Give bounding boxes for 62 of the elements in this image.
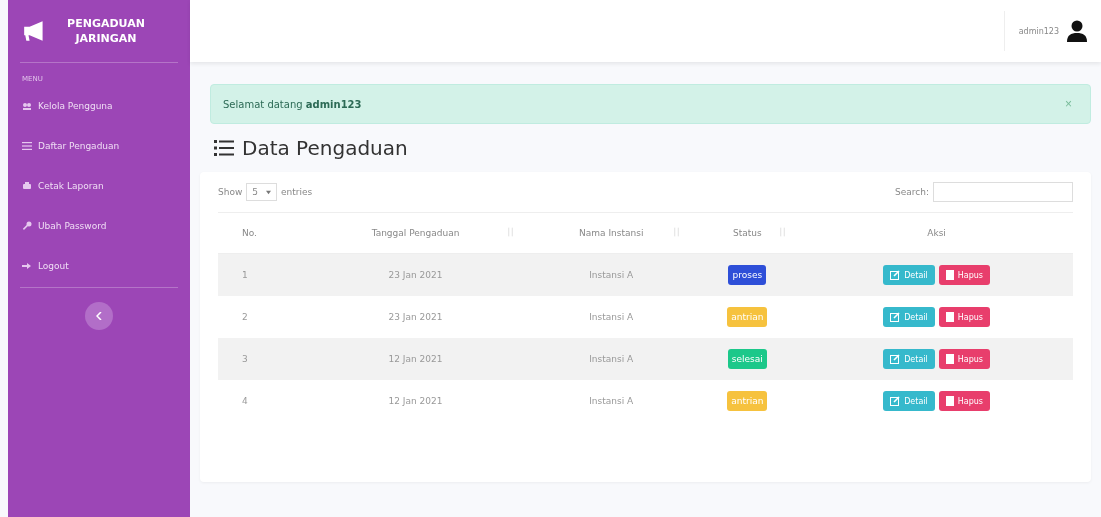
delete-button[interactable]: Hapus — [938, 349, 990, 369]
column-header[interactable]: No. — [218, 213, 303, 254]
column-header[interactable]: Status — [694, 213, 801, 254]
status-badge: selesai — [727, 349, 767, 369]
table-cell: Instansi A — [528, 338, 695, 380]
column-header[interactable]: Nama Instansi — [528, 213, 695, 254]
user-name[interactable]: admin123 — [1018, 26, 1059, 36]
table-cell: Instansi A — [528, 380, 695, 422]
trash-icon — [945, 396, 954, 406]
sidebar-item[interactable]: Kelola Pengguna — [8, 87, 190, 127]
sidebar-toggle-button[interactable] — [85, 302, 113, 330]
delete-button[interactable]: Hapus — [938, 307, 990, 327]
edit-icon — [890, 354, 901, 364]
search-field[interactable] — [933, 182, 1073, 202]
sidebar-item[interactable]: Cetak Laporan — [8, 167, 190, 207]
detail-button[interactable]: Detail — [883, 391, 935, 411]
welcome-message: Selamat datang admin123 — [223, 98, 362, 110]
delete-button[interactable]: Hapus — [938, 391, 990, 411]
table-cell: 23 Jan 2021 — [303, 253, 528, 296]
chevron-left-icon — [96, 312, 102, 320]
trash-icon — [945, 312, 954, 322]
close-button[interactable]: × — [1059, 96, 1078, 112]
delete-button[interactable]: Hapus — [938, 265, 990, 285]
table-cell: 12 Jan 2021 — [303, 380, 528, 422]
user-icon[interactable] — [1067, 20, 1087, 42]
trash-icon — [945, 270, 954, 280]
page-title: Data Pengaduan — [242, 136, 408, 160]
table-cell: 1 — [218, 253, 303, 296]
sidebar-item[interactable]: Ubah Password — [8, 207, 190, 247]
status-badge: antrian — [727, 307, 768, 327]
detail-button[interactable]: Detail — [883, 265, 935, 285]
table-cell: 3 — [218, 338, 303, 380]
sidebar-item[interactable]: Daftar Pengaduan — [8, 127, 190, 167]
detail-button[interactable]: Detail — [883, 349, 935, 369]
search-label: Search: — [895, 187, 929, 197]
printer-icon — [22, 181, 32, 191]
table-cell: Instansi A — [528, 296, 695, 338]
entries-select[interactable]: 5 — [246, 183, 278, 201]
status-badge: antrian — [727, 391, 768, 411]
table-cell: 2 — [218, 296, 303, 338]
table-cell: Instansi A — [528, 253, 695, 296]
show-label: Show — [218, 187, 243, 197]
column-header[interactable]: Tanggal Pengaduan — [303, 213, 528, 254]
users-icon — [22, 101, 32, 111]
trash-icon — [945, 354, 954, 364]
edit-icon — [890, 312, 901, 322]
list-icon — [214, 139, 234, 157]
logout-icon — [22, 261, 32, 271]
entries-label: entries — [281, 187, 313, 197]
sidebar-item[interactable]: Logout — [8, 247, 190, 287]
table-cell: 23 Jan 2021 — [303, 296, 528, 338]
table-cell: 12 Jan 2021 — [303, 338, 528, 380]
list-icon — [22, 141, 32, 151]
column-header[interactable]: Aksi — [800, 213, 1073, 254]
detail-button[interactable]: Detail — [883, 307, 935, 327]
brand-title: PENGADUAN JARINGAN — [66, 15, 146, 47]
status-badge: proses — [728, 265, 767, 285]
caret-icon — [266, 189, 272, 195]
edit-icon — [890, 396, 901, 406]
key-icon — [22, 221, 32, 231]
table-cell: 4 — [218, 380, 303, 422]
edit-icon — [890, 270, 901, 280]
